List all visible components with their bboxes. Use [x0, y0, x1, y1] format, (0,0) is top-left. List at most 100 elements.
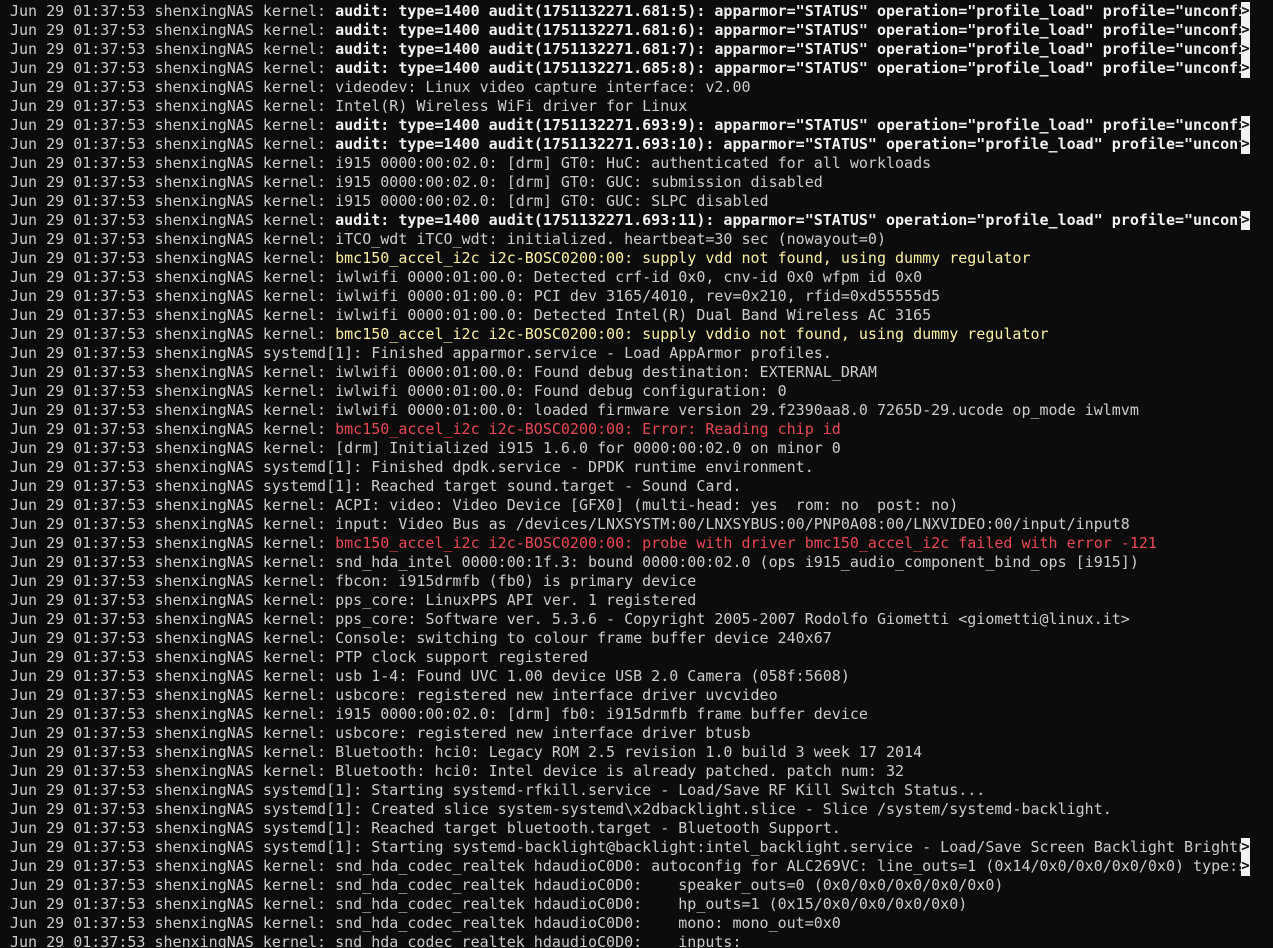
terminal-window[interactable]: Jun 29 01:37:53 shenxingNAS kernel: audi… [0, 0, 1273, 948]
log-line-prefix: Jun 29 01:37:53 shenxingNAS kernel: [10, 857, 336, 875]
log-line: Jun 29 01:37:53 shenxingNAS kernel: Inte… [10, 97, 1250, 116]
log-line: Jun 29 01:37:53 shenxingNAS kernel: iwlw… [10, 287, 1250, 306]
log-line-prefix: Jun 29 01:37:53 shenxingNAS kernel: [10, 306, 336, 324]
line-truncated-indicator: > [1241, 2, 1250, 21]
log-line: Jun 29 01:37:53 shenxingNAS kernel: snd_… [10, 914, 1250, 933]
log-line-prefix: Jun 29 01:37:53 shenxingNAS kernel: [10, 743, 336, 761]
log-line-message: Reached target sound.target - Sound Card… [371, 477, 742, 495]
log-line-message: i915 0000:00:02.0: [drm] GT0: GUC: submi… [335, 173, 823, 191]
log-line-message: Intel(R) Wireless WiFi driver for Linux [335, 97, 688, 115]
log-line: Jun 29 01:37:53 shenxingNAS kernel: audi… [10, 59, 1250, 78]
log-line-message: audit: type=1400 audit(1751132271.681:7)… [335, 40, 1248, 58]
line-truncated-indicator: > [1241, 21, 1250, 40]
log-line-prefix: Jun 29 01:37:53 shenxingNAS kernel: [10, 534, 336, 552]
line-truncated-indicator: > [1241, 211, 1250, 230]
journal-log-output: Jun 29 01:37:53 shenxingNAS kernel: audi… [10, 2, 1250, 948]
log-line-message: bmc150_accel_i2c i2c-BOSC0200:00: supply… [335, 325, 1049, 343]
log-line-message: bmc150_accel_i2c i2c-BOSC0200:00: Error:… [335, 420, 841, 438]
log-line-prefix: Jun 29 01:37:53 shenxingNAS systemd[1]: [10, 838, 372, 856]
log-line: Jun 29 01:37:53 shenxingNAS kernel: iwlw… [10, 401, 1250, 420]
log-line-message: iTCO_wdt iTCO_wdt: initialized. heartbea… [335, 230, 886, 248]
log-line-prefix: Jun 29 01:37:53 shenxingNAS kernel: [10, 211, 336, 229]
log-line-prefix: Jun 29 01:37:53 shenxingNAS kernel: [10, 382, 336, 400]
log-line: Jun 29 01:37:53 shenxingNAS kernel: usbc… [10, 724, 1250, 743]
log-line-prefix: Jun 29 01:37:53 shenxingNAS systemd[1]: [10, 344, 372, 362]
log-line: Jun 29 01:37:53 shenxingNAS systemd[1]: … [10, 819, 1250, 838]
log-line-prefix: Jun 29 01:37:53 shenxingNAS kernel: [10, 40, 336, 58]
log-line-prefix: Jun 29 01:37:53 shenxingNAS kernel: [10, 933, 336, 948]
log-line-prefix: Jun 29 01:37:53 shenxingNAS kernel: [10, 610, 336, 628]
log-line-message: usbcore: registered new interface driver… [335, 724, 751, 742]
log-line: Jun 29 01:37:53 shenxingNAS kernel: bmc1… [10, 534, 1250, 553]
log-line-prefix: Jun 29 01:37:53 shenxingNAS kernel: [10, 648, 336, 666]
log-line: Jun 29 01:37:53 shenxingNAS kernel: audi… [10, 2, 1250, 21]
log-line-message: pps_core: LinuxPPS API ver. 1 registered [335, 591, 697, 609]
line-truncated-indicator: > [1241, 116, 1250, 135]
log-line: Jun 29 01:37:53 shenxingNAS kernel: inpu… [10, 515, 1250, 534]
log-line-message: snd_hda_codec_realtek hdaudioC0D0: mono:… [335, 914, 841, 932]
log-line-message: input: Video Bus as /devices/LNXSYSTM:00… [335, 515, 1130, 533]
log-line-message: usbcore: registered new interface driver… [335, 686, 778, 704]
log-line-prefix: Jun 29 01:37:53 shenxingNAS kernel: [10, 154, 336, 172]
log-line-prefix: Jun 29 01:37:53 shenxingNAS kernel: [10, 572, 336, 590]
line-truncated-indicator: > [1241, 838, 1250, 857]
log-line-message: snd_hda_codec_realtek hdaudioC0D0: input… [335, 933, 742, 948]
log-line-message: audit: type=1400 audit(1751132271.693:11… [335, 211, 1248, 229]
log-line-prefix: Jun 29 01:37:53 shenxingNAS kernel: [10, 420, 336, 438]
log-line-message: iwlwifi 0000:01:00.0: PCI dev 3165/4010,… [335, 287, 941, 305]
log-line-message: bmc150_accel_i2c i2c-BOSC0200:00: supply… [335, 249, 1031, 267]
log-line-prefix: Jun 29 01:37:53 shenxingNAS systemd[1]: [10, 800, 372, 818]
log-line-message: snd_hda_codec_realtek hdaudioC0D0: autoc… [335, 857, 1248, 875]
log-line: Jun 29 01:37:53 shenxingNAS systemd[1]: … [10, 344, 1250, 363]
log-line: Jun 29 01:37:53 shenxingNAS kernel: PTP … [10, 648, 1250, 667]
log-line-message: iwlwifi 0000:01:00.0: Detected crf-id 0x… [335, 268, 923, 286]
log-line-prefix: Jun 29 01:37:53 shenxingNAS kernel: [10, 724, 336, 742]
log-line: Jun 29 01:37:53 shenxingNAS kernel: audi… [10, 211, 1250, 230]
log-line: Jun 29 01:37:53 shenxingNAS kernel: snd_… [10, 876, 1250, 895]
log-line-prefix: Jun 29 01:37:53 shenxingNAS kernel: [10, 249, 336, 267]
log-line-message: audit: type=1400 audit(1751132271.693:10… [335, 135, 1248, 153]
log-line: Jun 29 01:37:53 shenxingNAS kernel: pps_… [10, 610, 1250, 629]
log-line-message: audit: type=1400 audit(1751132271.681:5)… [335, 2, 1248, 20]
terminal-scrollbar[interactable] [1261, 0, 1273, 948]
log-line-message: iwlwifi 0000:01:00.0: loaded firmware ve… [335, 401, 1139, 419]
log-line: Jun 29 01:37:53 shenxingNAS kernel: snd_… [10, 857, 1250, 876]
line-truncated-indicator: > [1241, 59, 1250, 78]
log-line-prefix: Jun 29 01:37:53 shenxingNAS kernel: [10, 59, 336, 77]
log-line-prefix: Jun 29 01:37:53 shenxingNAS kernel: [10, 116, 336, 134]
log-line-prefix: Jun 29 01:37:53 shenxingNAS kernel: [10, 325, 336, 343]
log-line-message: usb 1-4: Found UVC 1.00 device USB 2.0 C… [335, 667, 850, 685]
log-line-message: snd_hda_codec_realtek hdaudioC0D0: speak… [335, 876, 1004, 894]
log-line: Jun 29 01:37:53 shenxingNAS systemd[1]: … [10, 781, 1250, 800]
log-line: Jun 29 01:37:53 shenxingNAS kernel: bmc1… [10, 249, 1250, 268]
log-line-prefix: Jun 29 01:37:53 shenxingNAS kernel: [10, 192, 336, 210]
log-line-message: pps_core: Software ver. 5.3.6 - Copyrigh… [335, 610, 1130, 628]
log-line-prefix: Jun 29 01:37:53 shenxingNAS kernel: [10, 21, 336, 39]
log-line-message: [drm] Initialized i915 1.6.0 for 0000:00… [335, 439, 841, 457]
log-line: Jun 29 01:37:53 shenxingNAS systemd[1]: … [10, 838, 1250, 857]
log-line-message: bmc150_accel_i2c i2c-BOSC0200:00: probe … [335, 534, 1157, 552]
log-line-message: Finished dpdk.service - DPDK runtime env… [371, 458, 814, 476]
log-line-prefix: Jun 29 01:37:53 shenxingNAS kernel: [10, 287, 336, 305]
log-line-message: Created slice system-systemd\x2dbackligh… [371, 800, 1112, 818]
log-line-message: i915 0000:00:02.0: [drm] GT0: HuC: authe… [335, 154, 932, 172]
log-line-prefix: Jun 29 01:37:53 shenxingNAS systemd[1]: [10, 781, 372, 799]
log-line: Jun 29 01:37:53 shenxingNAS systemd[1]: … [10, 477, 1250, 496]
log-line-prefix: Jun 29 01:37:53 shenxingNAS kernel: [10, 230, 336, 248]
log-line: Jun 29 01:37:53 shenxingNAS kernel: audi… [10, 21, 1250, 40]
log-line: Jun 29 01:37:53 shenxingNAS kernel: Blue… [10, 762, 1250, 781]
log-line: Jun 29 01:37:53 shenxingNAS kernel: Cons… [10, 629, 1250, 648]
log-line-prefix: Jun 29 01:37:53 shenxingNAS kernel: [10, 629, 336, 647]
log-line: Jun 29 01:37:53 shenxingNAS systemd[1]: … [10, 458, 1250, 477]
log-line-message: fbcon: i915drmfb (fb0) is primary device [335, 572, 697, 590]
log-line: Jun 29 01:37:53 shenxingNAS kernel: [drm… [10, 439, 1250, 458]
log-line-prefix: Jun 29 01:37:53 shenxingNAS kernel: [10, 439, 336, 457]
log-line-prefix: Jun 29 01:37:53 shenxingNAS systemd[1]: [10, 477, 372, 495]
log-line-prefix: Jun 29 01:37:53 shenxingNAS kernel: [10, 97, 336, 115]
log-line-prefix: Jun 29 01:37:53 shenxingNAS kernel: [10, 876, 336, 894]
log-line: Jun 29 01:37:53 shenxingNAS kernel: Blue… [10, 743, 1250, 762]
log-line-message: iwlwifi 0000:01:00.0: Detected Intel(R) … [335, 306, 932, 324]
log-line: Jun 29 01:37:53 shenxingNAS kernel: ACPI… [10, 496, 1250, 515]
log-line-message: Reached target bluetooth.target - Blueto… [371, 819, 841, 837]
log-line-message: videodev: Linux video capture interface:… [335, 78, 751, 96]
